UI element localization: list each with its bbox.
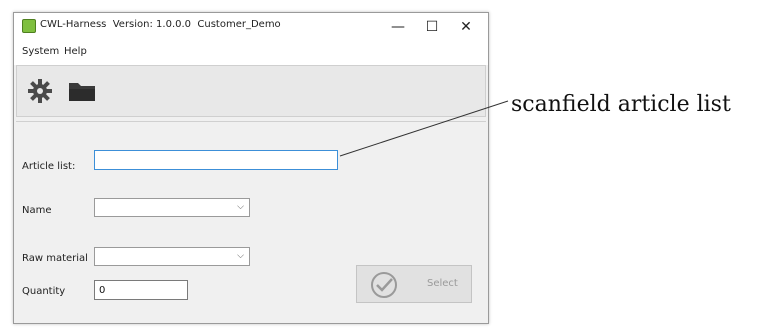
callout-leader-line [339, 100, 509, 157]
callout-annotation: scanfield article list [511, 92, 731, 117]
